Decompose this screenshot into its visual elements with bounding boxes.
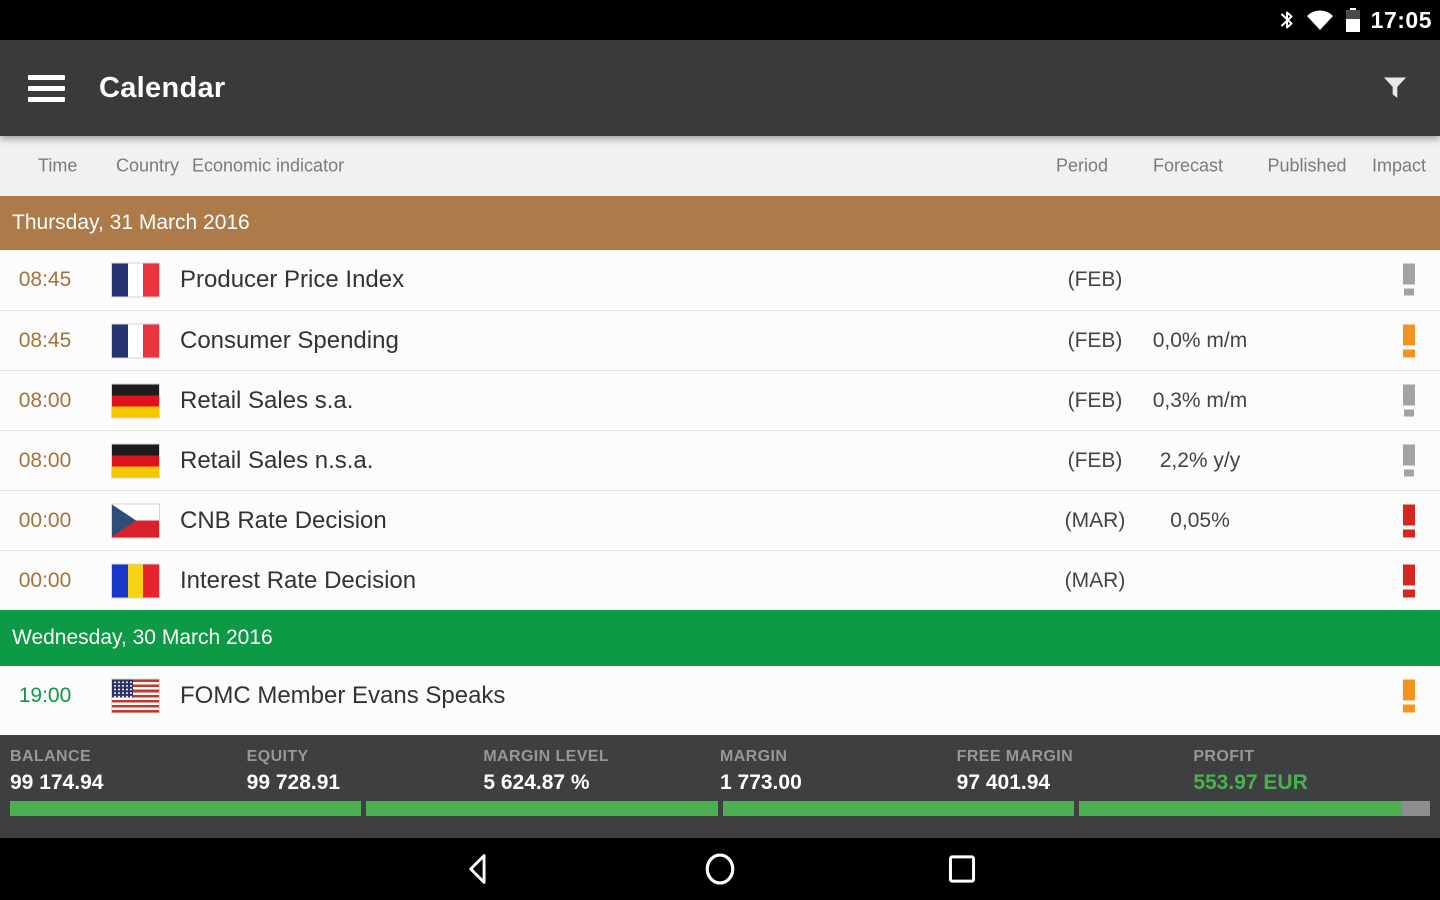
progress-fill — [1078, 801, 1402, 816]
event-indicator: FOMC Member Evans Speaks — [180, 682, 506, 709]
column-time: Time — [38, 155, 78, 176]
event-forecast: 2,2% y/y — [1159, 448, 1241, 472]
wifi-icon — [1305, 8, 1335, 32]
account-metric-value: 1 773.00 — [720, 771, 802, 794]
event-period: (FEB) — [1067, 268, 1123, 291]
calendar-event-row[interactable]: 08:45 Producer Price Index (FEB) — [0, 250, 1440, 310]
event-forecast: 0,0% m/m — [1152, 328, 1248, 352]
column-country: Country — [116, 155, 180, 176]
account-metric-value: 99 728.91 — [246, 771, 341, 794]
account-metric-value: 5 624.87 % — [483, 771, 590, 794]
menu-icon[interactable] — [28, 74, 65, 102]
recents-button[interactable] — [882, 854, 1042, 884]
event-period: (MAR) — [1064, 568, 1126, 592]
account-metric-value: 97 401.94 — [956, 771, 1051, 794]
account-metric: EQUITY 99 728.91 — [247, 748, 484, 795]
impact-red-icon — [1403, 504, 1415, 537]
account-metric: BALANCE 99 174.94 — [10, 748, 247, 795]
back-button[interactable] — [398, 852, 558, 886]
column-impact: Impact — [1371, 155, 1427, 176]
account-progress-bars — [10, 801, 1430, 816]
progress-fill — [722, 801, 1074, 816]
account-metric-label: PROFIT — [1193, 748, 1255, 765]
calendar-event-row[interactable]: 08:00 Retail Sales s.a. (FEB) 0,3% m/m — [0, 370, 1440, 430]
date-header-label: Thursday, 31 March 2016 — [12, 211, 250, 234]
account-metric-value: 553.97 EUR — [1193, 771, 1308, 794]
de-flag-icon — [112, 444, 159, 477]
account-metric: PROFIT 553.97 EUR — [1193, 748, 1430, 795]
date-header: Thursday, 31 March 2016 — [0, 196, 1440, 250]
status-bar: 17:05 — [0, 0, 1440, 40]
account-metric: MARGIN LEVEL 5 624.87 % — [483, 748, 720, 795]
calendar-event-row[interactable]: 08:45 Consumer Spending (FEB) 0,0% m/m — [0, 310, 1440, 370]
event-time: 00:00 — [18, 508, 72, 532]
bluetooth-icon — [1279, 8, 1295, 32]
android-nav-bar — [0, 838, 1440, 900]
de-flag-icon — [112, 384, 159, 417]
column-period: Period — [1055, 155, 1109, 176]
account-metric-label: EQUITY — [246, 748, 309, 765]
account-metric-label: MARGIN — [720, 748, 788, 765]
cz-flag-icon — [112, 504, 159, 537]
date-header: Wednesday, 30 March 2016 — [0, 610, 1440, 666]
progress-segment — [366, 801, 718, 816]
calendar-event-row[interactable]: 00:00 Interest Rate Decision (MAR) — [0, 550, 1440, 610]
ro-flag-icon — [112, 564, 159, 597]
page-title: Calendar — [99, 71, 226, 104]
account-metrics: BALANCE 99 174.94 EQUITY 99 728.91 MARGIN LE… — [0, 735, 1440, 795]
event-time: 08:00 — [18, 388, 72, 412]
event-forecast: 0,05% — [1170, 508, 1230, 532]
impact-gray-icon — [1403, 263, 1415, 297]
account-metric: FREE MARGIN 97 401.94 — [957, 748, 1194, 795]
progress-segment — [722, 801, 1074, 816]
event-time: 00:00 — [18, 568, 72, 592]
impact-red-icon — [1403, 564, 1415, 597]
event-time: 08:45 — [18, 328, 72, 352]
status-time: 17:05 — [1370, 6, 1432, 33]
event-indicator: Producer Price Index — [180, 266, 405, 293]
event-time: 08:00 — [18, 448, 72, 472]
date-header-label: Wednesday, 30 March 2016 — [12, 626, 273, 649]
impact-orange-icon — [1403, 324, 1415, 357]
calendar-event-row[interactable]: 00:00 CNB Rate Decision (MAR) 0,05% — [0, 490, 1440, 550]
fr-flag-icon — [112, 263, 159, 297]
table-column-header: Time Country Economic indicator Period F… — [0, 136, 1440, 196]
event-time: 19:00 — [18, 684, 72, 707]
filter-icon[interactable] — [1378, 71, 1412, 105]
event-forecast: 0,3% m/m — [1152, 388, 1248, 412]
impact-gray-icon — [1403, 444, 1415, 477]
progress-segment — [1078, 801, 1430, 816]
account-metric-label: FREE MARGIN — [956, 748, 1074, 765]
account-metric-label: MARGIN LEVEL — [483, 748, 610, 765]
home-button[interactable] — [640, 852, 800, 886]
calendar-event-row[interactable]: 08:00 Retail Sales n.s.a. (FEB) 2,2% y/y — [0, 430, 1440, 490]
progress-fill — [366, 801, 718, 816]
calendar-screen: 17:05 Calendar Time Country Economic ind… — [0, 0, 1440, 900]
fr-flag-icon — [112, 324, 159, 357]
impact-gray-icon — [1403, 384, 1415, 417]
event-indicator: Retail Sales n.s.a. — [180, 446, 374, 474]
impact-orange-icon — [1403, 679, 1415, 713]
battery-icon — [1345, 7, 1361, 33]
event-indicator: Interest Rate Decision — [180, 566, 417, 594]
progress-fill — [10, 801, 362, 816]
account-metric-value: 99 174.94 — [10, 771, 104, 794]
account-metric: MARGIN 1 773.00 — [720, 748, 957, 795]
column-published: Published — [1267, 155, 1347, 176]
column-forecast: Forecast — [1152, 155, 1224, 176]
event-time: 08:45 — [18, 268, 72, 291]
account-metric-label: BALANCE — [10, 748, 92, 765]
calendar-event-row[interactable]: 19:00 FOMC Member Evans Speaks — [0, 666, 1440, 726]
column-economic-indicator: Economic indicator — [192, 155, 345, 176]
event-indicator: Consumer Spending — [180, 326, 399, 354]
event-indicator: Retail Sales s.a. — [180, 386, 354, 414]
us-flag-icon — [112, 679, 159, 713]
app-bar: Calendar — [0, 40, 1440, 136]
event-indicator: CNB Rate Decision — [180, 506, 387, 534]
account-summary-bar: BALANCE 99 174.94 EQUITY 99 728.91 MARGIN LE… — [0, 735, 1440, 838]
progress-segment — [10, 801, 362, 816]
